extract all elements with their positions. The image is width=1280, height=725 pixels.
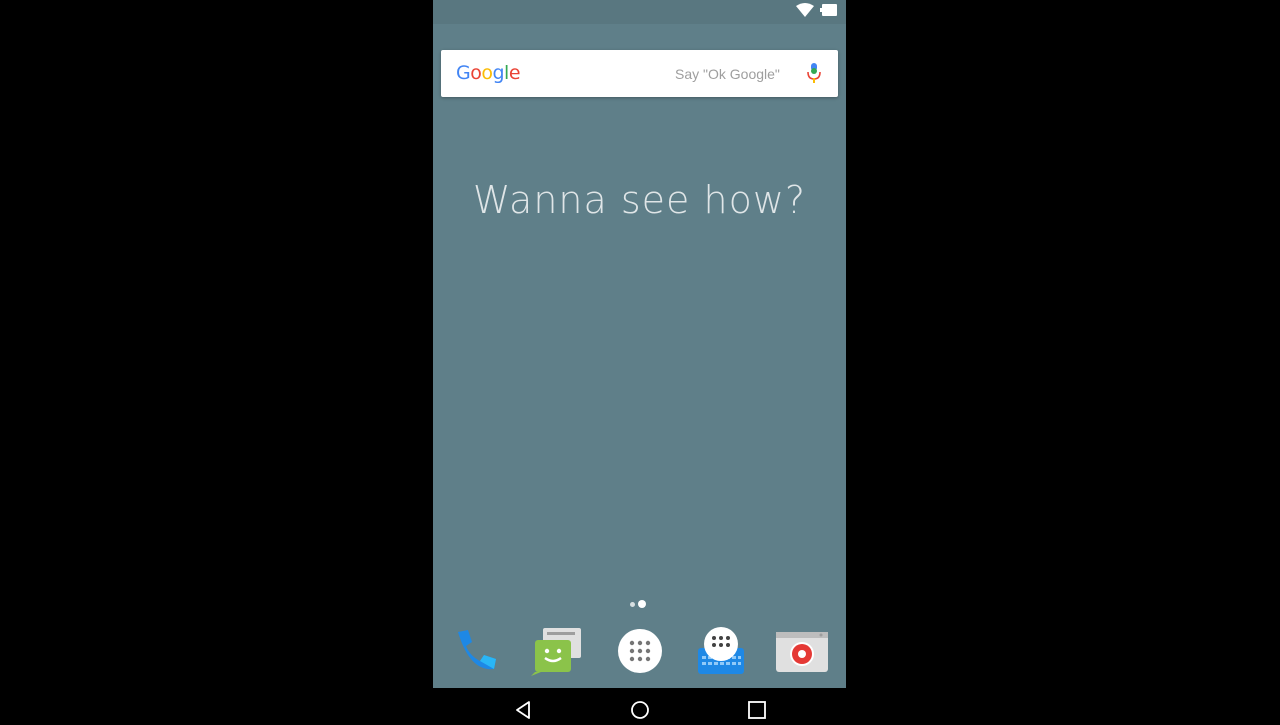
keyboard-icon [694, 627, 748, 680]
wifi-icon [796, 3, 814, 22]
page-dot [630, 601, 635, 607]
camera-icon [775, 632, 829, 680]
phone-app[interactable] [450, 626, 504, 676]
logo-letter: o [481, 62, 493, 84]
status-bar [433, 0, 846, 24]
phone-icon [450, 630, 504, 680]
page-dot-active [638, 600, 646, 608]
home-icon [630, 701, 650, 724]
app-drawer-icon [613, 629, 667, 680]
messaging-icon [531, 628, 585, 680]
voice-search-hint: Say "Ok Google" [675, 66, 780, 82]
home-button[interactable] [630, 700, 650, 720]
battery-icon [820, 3, 838, 22]
google-search-bar[interactable]: Google Say "Ok Google" [441, 50, 838, 97]
keyboard-app[interactable] [694, 626, 748, 676]
microphone-icon[interactable] [807, 63, 821, 85]
google-logo: Google [456, 62, 521, 84]
logo-letter: o [470, 62, 482, 84]
camera-app[interactable] [775, 626, 829, 676]
app-drawer[interactable] [613, 626, 667, 676]
messaging-app[interactable] [531, 626, 585, 676]
phone-screen: Google Say "Ok Google" Wanna see how? [433, 0, 846, 688]
page-indicator [630, 600, 646, 608]
recents-button[interactable] [747, 700, 767, 720]
back-button[interactable] [513, 700, 533, 720]
logo-letter: g [492, 62, 505, 84]
navigation-bar [0, 688, 1280, 720]
recents-icon [747, 701, 767, 724]
dock [433, 620, 846, 680]
back-icon [513, 701, 533, 724]
logo-letter: G [456, 62, 471, 84]
logo-letter: e [508, 62, 521, 84]
onboarding-headline: Wanna see how? [472, 178, 807, 222]
